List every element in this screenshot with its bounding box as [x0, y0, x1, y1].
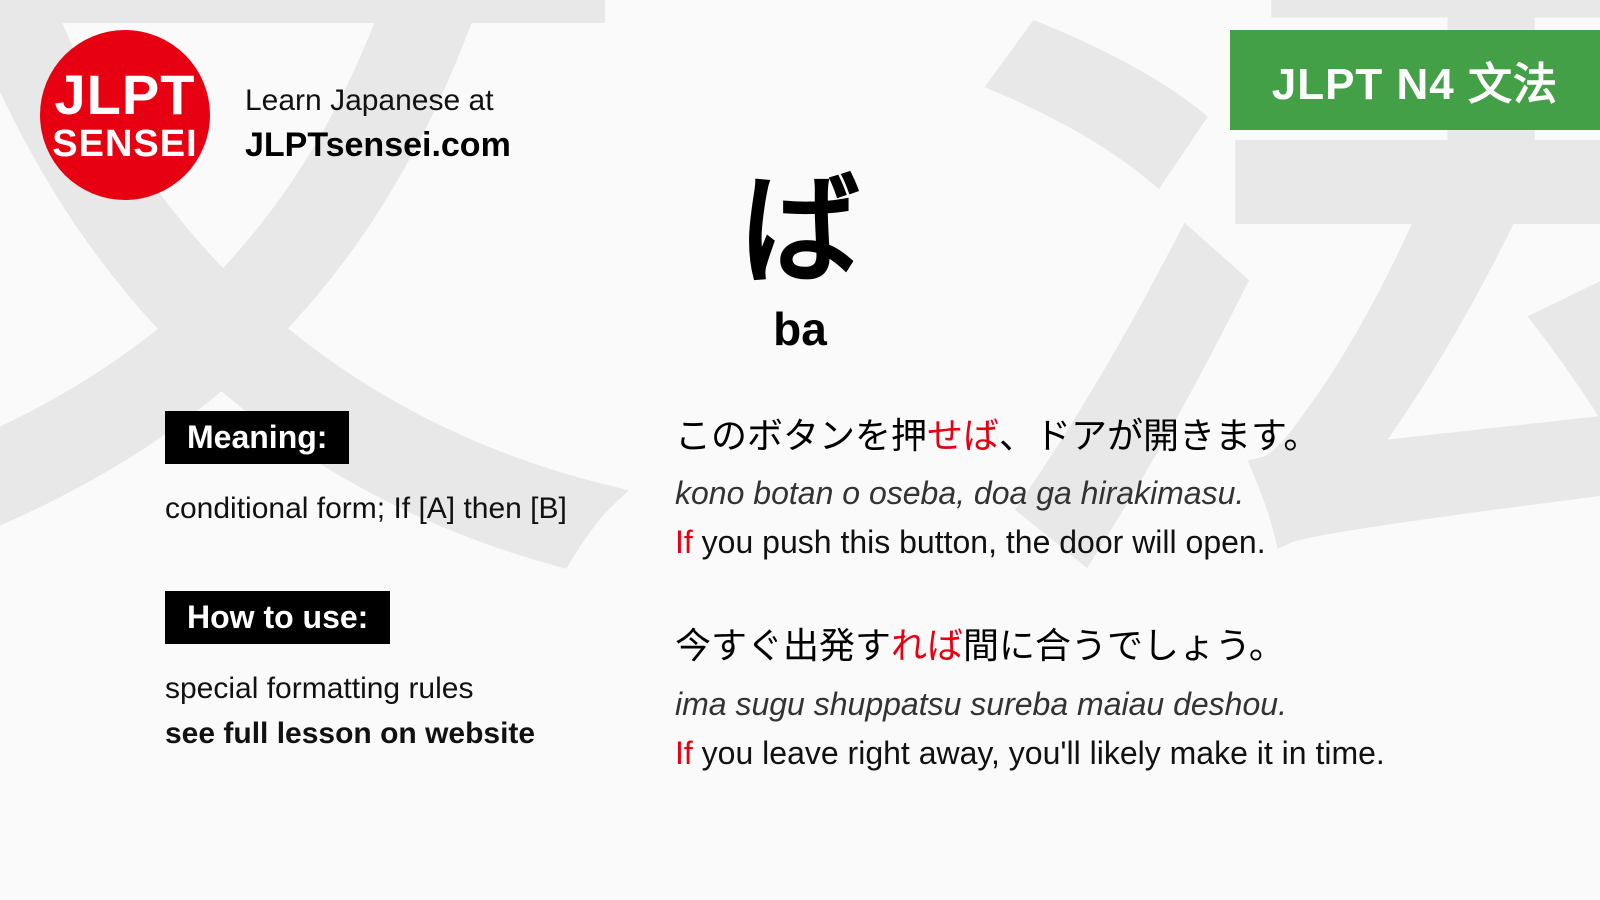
howto-section: How to use: special formatting rules see… — [165, 591, 575, 756]
example-2-japanese: 今すぐ出発すれば間に合うでしょう。 — [675, 621, 1530, 671]
example-2: 今すぐ出発すれば間に合うでしょう。 ima sugu shuppatsu sur… — [675, 621, 1530, 771]
jlpt-sensei-logo: JLPT SENSEI — [40, 30, 210, 200]
site-name: JLPTsensei.com — [245, 126, 511, 165]
ex1-en-highlight: If — [675, 524, 693, 560]
ex2-jp-pre: 今すぐ出発す — [675, 625, 891, 666]
main-content: Meaning: conditional form; If [A] then [… — [0, 356, 1600, 832]
ex2-jp-highlight: れば — [891, 625, 963, 666]
logo-text-bottom: SENSEI — [52, 125, 197, 163]
site-info: Learn Japanese at JLPTsensei.com — [245, 66, 511, 165]
example-1-english: If you push this button, the door will o… — [675, 524, 1530, 561]
examples-column: このボタンを押せば、ドアが開きます。 kono botan o oseba, d… — [675, 411, 1530, 832]
howto-label: How to use: — [165, 591, 390, 644]
howto-line2: see full lesson on website — [165, 717, 535, 750]
meaning-text: conditional form; If [A] then [B] — [165, 486, 575, 531]
ex2-en-rest: you leave right away, you'll likely make… — [693, 735, 1385, 771]
ex2-jp-post: 間に合うでしょう。 — [963, 625, 1285, 666]
left-column: Meaning: conditional form; If [A] then [… — [165, 411, 575, 832]
site-tagline: Learn Japanese at — [245, 84, 511, 118]
grammar-romaji: ba — [0, 302, 1600, 356]
example-1-japanese: このボタンを押せば、ドアが開きます。 — [675, 411, 1530, 461]
meaning-section: Meaning: conditional form; If [A] then [… — [165, 411, 575, 531]
logo-text-top: JLPT — [55, 67, 196, 123]
howto-line1: special formatting rules — [165, 672, 473, 705]
ex1-jp-pre: このボタンを押 — [675, 415, 927, 456]
meaning-label: Meaning: — [165, 411, 349, 464]
ex1-en-rest: you push this button, the door will open… — [693, 524, 1266, 560]
ex1-jp-highlight: せば — [927, 415, 999, 456]
example-1-romaji: kono botan o oseba, doa ga hirakimasu. — [675, 475, 1530, 512]
example-2-english: If you leave right away, you'll likely m… — [675, 735, 1530, 772]
example-2-romaji: ima sugu shuppatsu sureba maiau deshou. — [675, 686, 1530, 723]
example-1: このボタンを押せば、ドアが開きます。 kono botan o oseba, d… — [675, 411, 1530, 561]
ex1-jp-post: 、ドアが開きます。 — [999, 415, 1319, 456]
header-left: JLPT SENSEI Learn Japanese at JLPTsensei… — [40, 30, 511, 200]
ex2-en-highlight: If — [675, 735, 693, 771]
howto-text: special formatting rules see full lesson… — [165, 666, 575, 756]
jlpt-level-badge: JLPT N4 文法 — [1230, 30, 1600, 130]
